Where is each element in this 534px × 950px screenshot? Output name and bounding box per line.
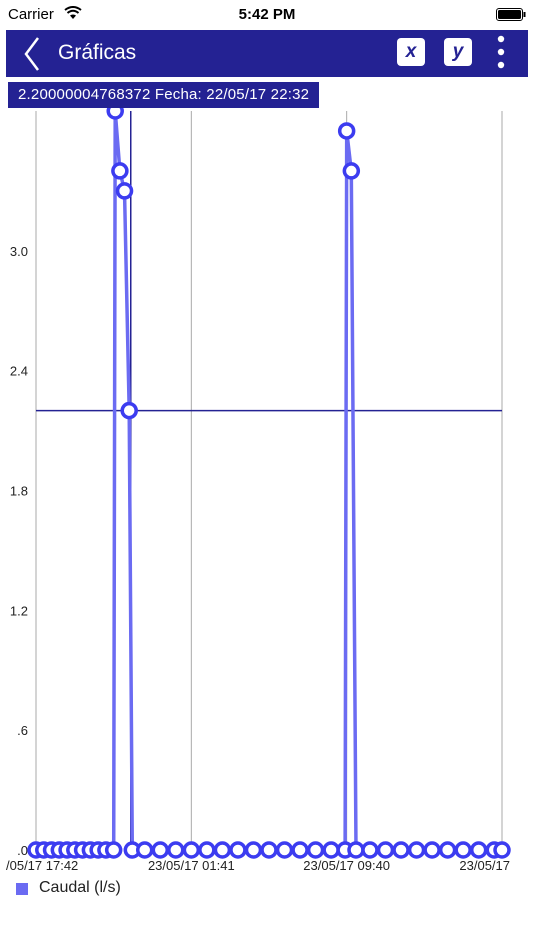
data-point — [469, 841, 488, 859]
data-point — [423, 841, 441, 859]
series-line — [36, 109, 502, 852]
data-point — [244, 841, 263, 859]
data-point — [306, 841, 325, 859]
data-point — [291, 841, 309, 859]
data-point — [275, 841, 294, 859]
data-point — [198, 841, 216, 859]
data-point — [213, 841, 232, 859]
data-point — [342, 162, 361, 180]
data-point — [111, 162, 129, 180]
data-point — [151, 841, 170, 859]
data-point — [260, 841, 278, 859]
value-tooltip: 2.20000004768372 Fecha: 22/05/17 22:32 — [8, 82, 320, 108]
data-point — [135, 841, 154, 859]
y-tick-label: 1.2 — [10, 603, 28, 618]
y-tick-label: 2.4 — [10, 364, 28, 379]
data-point — [493, 841, 511, 859]
y-tick-label: .0 — [17, 843, 28, 858]
x-tick-label: /05/17 17:42 — [6, 858, 78, 873]
data-point — [322, 841, 340, 859]
data-point — [376, 841, 395, 859]
data-point — [392, 841, 410, 859]
data-point — [361, 841, 379, 859]
legend-label: Caudal (l/s) — [39, 879, 121, 896]
data-point — [347, 841, 365, 859]
legend-swatch — [16, 883, 28, 895]
data-point — [120, 401, 138, 420]
y-tick-label: .6 — [17, 723, 28, 738]
y-tick-label: 1.8 — [10, 483, 28, 498]
data-point — [407, 841, 426, 859]
x-tick-label: 23/05/17 — [459, 858, 510, 873]
x-tick-label: 23/05/17 01:41 — [148, 858, 235, 873]
data-point — [454, 841, 472, 859]
x-tick-label: 23/05/17 09:40 — [303, 858, 390, 873]
data-point — [337, 122, 356, 140]
y-tick-label: 3.0 — [10, 244, 28, 259]
line-chart[interactable]: .0 .6 1.2 1.8 2.4 3.0/05/17 17:42 23/05/17 01:… — [0, 0, 534, 950]
data-point — [115, 182, 134, 200]
data-point — [167, 841, 185, 859]
data-point — [229, 841, 247, 859]
data-point — [182, 841, 201, 859]
data-point — [104, 841, 123, 859]
data-point — [438, 841, 457, 859]
